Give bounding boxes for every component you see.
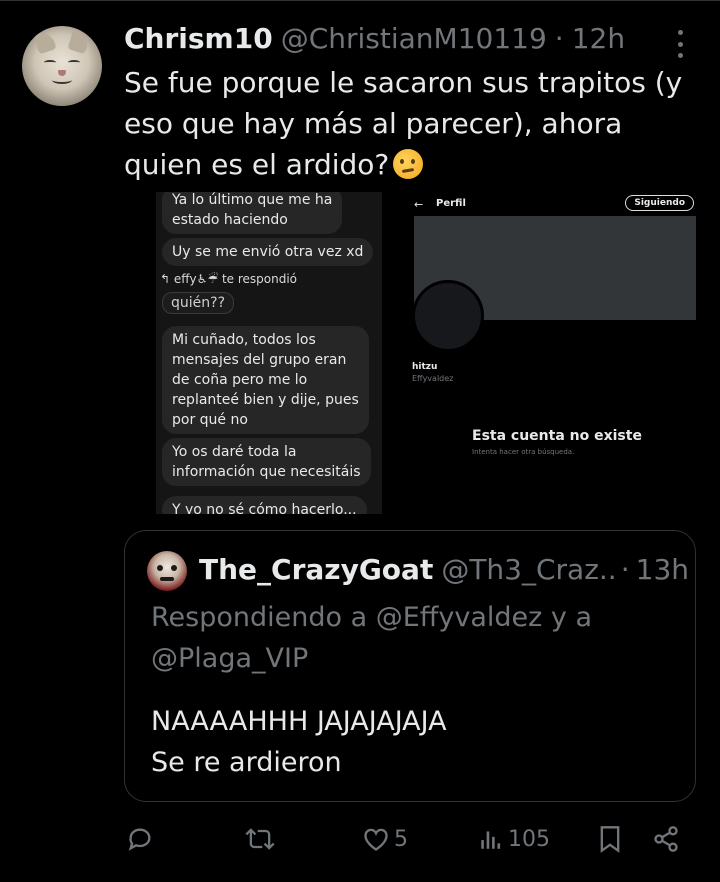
thinking-face-icon xyxy=(393,149,424,179)
like-count: 5 xyxy=(394,826,408,852)
author-name[interactable]: Chrism10 xyxy=(124,22,273,55)
more-options-icon[interactable] xyxy=(672,30,688,58)
views-icon xyxy=(481,831,501,849)
profile-avatar xyxy=(412,280,484,352)
following-button: Siguiendo xyxy=(625,195,694,211)
bookmark-button[interactable] xyxy=(598,816,622,862)
author-avatar[interactable] xyxy=(22,26,102,106)
share-button[interactable] xyxy=(652,816,680,862)
media-image-profile[interactable]: ← Perfil Siguiendo hitzu Effyvaldez Esta… xyxy=(406,192,696,514)
action-bar: 5 105 xyxy=(0,816,720,862)
replying-to: Respondiendo a @Effyvaldez y a @Plaga_VI… xyxy=(151,602,593,674)
tweet-time[interactable]: 12h xyxy=(572,22,625,55)
quoted-tweet-text: NAAAAHHH JAJAJAJAJA Se re ardieron xyxy=(151,706,447,778)
chat-bubble: Mi cuñado, todos los mensajes del grupo … xyxy=(162,326,369,434)
chat-bubble: Yo os daré toda la información que neces… xyxy=(162,438,371,486)
views-count: 105 xyxy=(508,826,550,852)
try-search-text: Intenta hacer otra búsqueda. xyxy=(472,448,575,456)
profile-handle: Effyvaldez xyxy=(412,374,454,383)
quoted-author-name: The_CrazyGoat xyxy=(199,553,434,586)
chat-bubble: Uy se me envió otra vez xd xyxy=(162,238,374,266)
tweet-header: Chrism10 @ChristianM10119 · 12h xyxy=(124,22,625,55)
profile-name: hitzu xyxy=(412,362,438,372)
reply-button[interactable] xyxy=(126,816,158,862)
media-image-chat[interactable]: Ya lo último que me ha estado haciendo U… xyxy=(156,192,382,514)
separator-dot: · xyxy=(620,553,630,586)
author-handle[interactable]: @ChristianM10119 xyxy=(281,22,547,55)
quoted-author-handle: @Th3_Craz... xyxy=(441,553,615,586)
quoted-tweet-header: The_CrazyGoat @Th3_Craz... · 13h xyxy=(199,553,689,586)
profile-title: Perfil xyxy=(436,198,466,209)
quoted-tweet[interactable]: The_CrazyGoat @Th3_Craz... · 13h Respond… xyxy=(124,530,696,802)
reply-indicator: ↰ effy♿☔ te respondió xyxy=(160,272,298,286)
separator-dot: · xyxy=(554,22,564,55)
back-arrow-icon: ← xyxy=(414,198,424,211)
views-button[interactable]: 105 xyxy=(478,816,550,862)
divider xyxy=(0,0,720,1)
quoted-author-avatar xyxy=(147,551,187,591)
share-icon xyxy=(654,826,678,852)
heart-icon xyxy=(364,828,388,851)
retweet-button[interactable] xyxy=(244,816,280,862)
bookmark-icon xyxy=(600,826,620,853)
retweet-icon xyxy=(245,828,275,850)
account-not-exist-text: Esta cuenta no existe xyxy=(472,428,642,444)
chat-bubble: Ya lo último que me ha estado haciendo xyxy=(162,192,343,234)
reply-icon xyxy=(128,828,151,851)
tweet-text: Se fue porque le sacaron sus trapitos (y… xyxy=(124,62,704,185)
quoted-message: quién?? xyxy=(162,292,234,314)
chat-bubble: Y yo no sé cómo hacerlo... xyxy=(162,496,367,514)
like-button[interactable]: 5 xyxy=(362,816,408,862)
quoted-tweet-time: 13h xyxy=(635,553,689,586)
